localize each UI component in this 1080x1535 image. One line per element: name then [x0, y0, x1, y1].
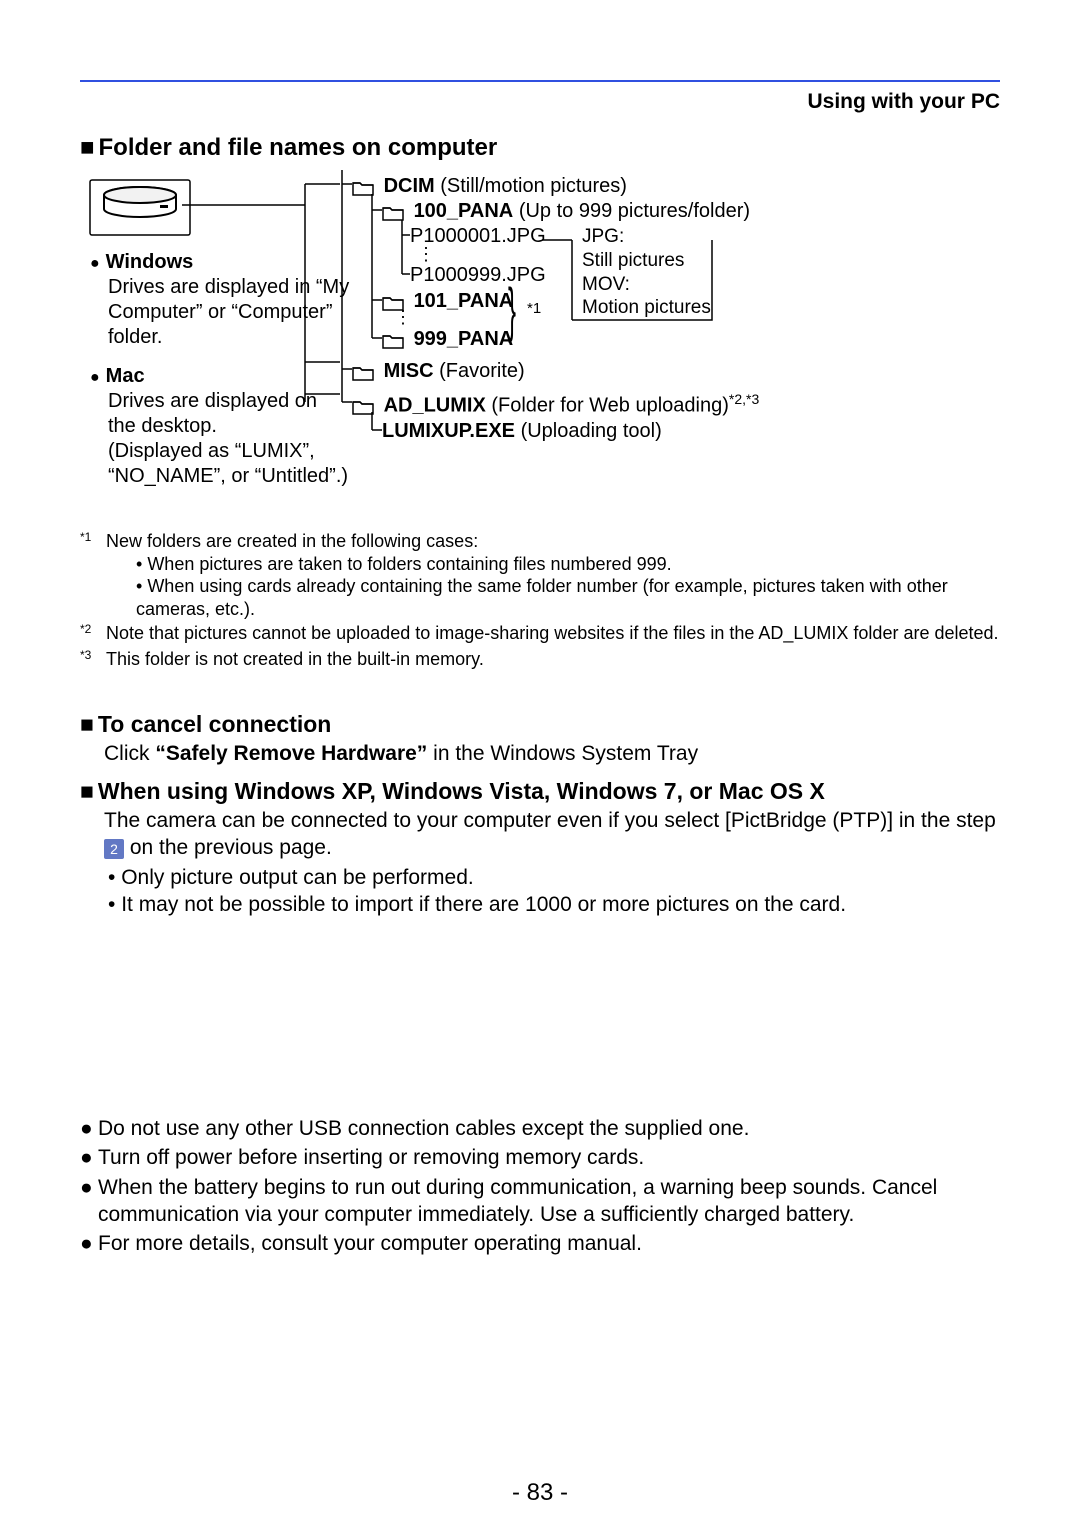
section-folder-file-names: Folder and file names on computer [80, 134, 1000, 162]
folder-icon [352, 179, 374, 195]
cancel-connection-body: Click “Safely Remove Hardware” in the Wi… [104, 740, 1000, 767]
bottom-note-1: Do not use any other USB connection cabl… [98, 1115, 749, 1142]
file-first: P1000001.JPG [410, 225, 546, 247]
footnote-1-bullet-1: When pictures are taken to folders conta… [136, 553, 1000, 576]
lower-sections: To cancel connection Click “Safely Remov… [80, 700, 1000, 918]
lumixup-file: LUMIXUP.EXE (Uploading tool) [382, 420, 662, 442]
windows-heading: Windows [90, 250, 350, 275]
footnote-3-mark: *3 [80, 648, 106, 672]
folder-icon [382, 204, 404, 220]
folder-tree-diagram: DCIM (Still/motion pictures) 100_PANA (U… [332, 170, 952, 450]
filetype-key: JPG: Still pictures MOV: Motion pictures [582, 225, 711, 320]
header-divider [80, 80, 1000, 82]
brace-icon: } [508, 275, 516, 344]
bottom-note-4: For more details, consult your computer … [98, 1230, 642, 1257]
svg-text:⋮: ⋮ [417, 244, 435, 264]
drive-icon [100, 185, 180, 225]
windows-desc: Drives are displayed in “My Computer” or… [108, 275, 350, 350]
step-2-badge: 2 [104, 839, 124, 859]
winxp-bullet-2: It may not be possible to import if ther… [108, 891, 1000, 918]
folder-icon [352, 364, 374, 380]
folder-icon [352, 398, 374, 414]
winxp-bullet-1: Only picture output can be performed. [108, 864, 1000, 891]
footnote-2-mark: *2 [80, 622, 106, 646]
header-title: Using with your PC [80, 84, 1000, 122]
footnote-1-mark: *1 [80, 530, 106, 620]
page: Using with your PC Folder and file names… [0, 0, 1080, 1535]
section-cancel-connection: To cancel connection [80, 710, 1000, 740]
os-descriptions: Windows Drives are displayed in “My Comp… [90, 250, 350, 489]
bottom-notes: ●Do not use any other USB connection cab… [80, 1115, 1000, 1259]
file-last: P1000999.JPG [410, 264, 546, 286]
footnote-3-text: This folder is not created in the built-… [106, 648, 484, 672]
dcim-folder: DCIM (Still/motion pictures) [352, 175, 627, 197]
brace-footnote-mark: *1 [527, 300, 541, 319]
footnote-1-text: New folders are created in the following… [106, 530, 1000, 553]
bottom-note-2: Turn off power before inserting or remov… [98, 1144, 644, 1171]
adlumix-folder: AD_LUMIX (Folder for Web uploading)*2,*3 [352, 392, 759, 417]
misc-folder: MISC (Favorite) [352, 360, 525, 382]
page-number: - 83 - [0, 1479, 1080, 1507]
section-windows-xp-etc: When using Windows XP, Windows Vista, Wi… [80, 777, 1000, 807]
folder-icon [382, 332, 404, 348]
999-pana-folder: 999_PANA [382, 328, 513, 350]
mac-heading: Mac [90, 364, 350, 389]
100-pana-folder: 100_PANA (Up to 999 pictures/folder) [382, 200, 750, 222]
footnote-2-text: Note that pictures cannot be uploaded to… [106, 622, 999, 646]
mac-desc: Drives are displayed on the desktop. (Di… [108, 389, 350, 489]
windows-xp-body: The camera can be connected to your comp… [104, 807, 1000, 918]
folder-icon [382, 294, 404, 310]
footnotes: *1 New folders are created in the follow… [80, 530, 1000, 673]
bottom-note-3: When the battery begins to run out durin… [98, 1174, 1000, 1229]
footnote-1-bullet-2: When using cards already containing the … [136, 575, 1000, 620]
101-pana-folder: 101_PANA [382, 290, 513, 312]
